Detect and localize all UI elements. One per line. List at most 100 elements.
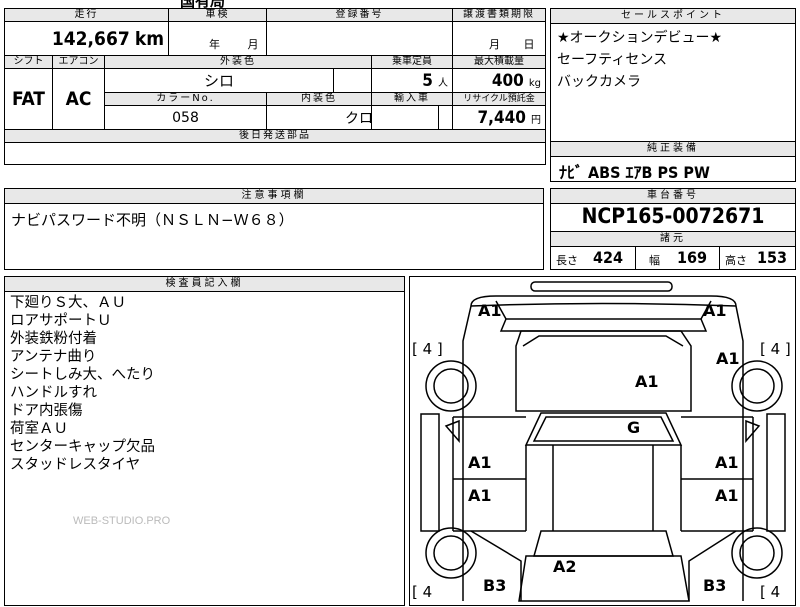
door-outer-edges <box>452 417 754 531</box>
a-pillars <box>525 445 682 531</box>
capacity-cell: 5 人 <box>371 68 454 93</box>
chassis-number: NCP165-0072671 <box>581 204 765 228</box>
import-cell-b <box>438 105 454 130</box>
dims-header: 諸元 <box>551 231 795 247</box>
max-load-cell: 400 kg <box>452 68 547 93</box>
recycle-cell: 7,440 円 <box>452 105 547 130</box>
mileage-value: 142,667 <box>51 27 130 50</box>
mark-right-rear-quarter: B3 <box>703 576 727 595</box>
inspector-line-3: 外装鉄粉付着 <box>10 331 97 347</box>
hood-crease <box>522 335 684 347</box>
inspection-cell: 年 月 <box>168 21 268 56</box>
car-diagram <box>420 281 786 602</box>
shift-header: シフト <box>4 55 53 69</box>
transfer-cell: 月 日 <box>452 21 547 56</box>
roof-rails <box>552 445 654 531</box>
import-header: 輸入車 <box>371 92 454 106</box>
left-door-lines <box>453 416 526 532</box>
later-parts-cell <box>3 142 547 165</box>
grille <box>499 318 708 332</box>
tire-front-left-tread: [ 4 ] <box>412 340 443 358</box>
max-load-header: 最大積載量 <box>452 55 547 69</box>
right-rocker <box>766 413 786 532</box>
sales-points-header: セールスポイント <box>551 9 795 24</box>
inspector-line-4: アンテナ曲り <box>10 349 97 365</box>
color-no-header: カラーNo. <box>103 92 268 106</box>
tire-front-right-inner <box>739 368 775 404</box>
mirrors <box>444 419 761 444</box>
mark-left-rear-quarter: B3 <box>483 576 507 595</box>
equipment-value: ﾅﾋﾞ ABS ｴｱB PS PW <box>559 163 710 182</box>
mark-windshield: G <box>627 418 641 437</box>
rear-window <box>533 530 674 557</box>
inspection-year: 年 <box>209 38 221 51</box>
sales-points-box: セールスポイント ★オークションデビュー★ セーフティセンス バックカメラ <box>550 8 796 151</box>
mileage-cell: 142,667 km <box>3 21 170 56</box>
hood-panel <box>515 330 692 412</box>
exterior-color-blank <box>333 68 373 93</box>
capacity-value: 5 <box>422 70 433 91</box>
mark-rear-hatch: A2 <box>553 557 577 576</box>
dims-row: 長さ 424 幅 169 高さ 153 <box>551 246 795 270</box>
inspector-line-7: ドア内張傷 <box>10 403 83 419</box>
right-door-lines <box>681 416 753 532</box>
interior-color-value: クロ <box>345 110 372 127</box>
exterior-color-value: シロ <box>103 68 335 93</box>
mark-left-rear-door: A1 <box>468 486 492 505</box>
aircon-cell: AC <box>52 68 105 130</box>
recycle-unit: 円 <box>531 114 542 126</box>
shift-value: FAT <box>12 88 45 110</box>
inspector-lines: 下廻りＳ大、ＡＵ ロアサポートＵ 外装鉄粉付着 アンテナ曲り シートしみ大、へた… <box>10 294 155 474</box>
inspection-header: 車検 <box>168 8 268 22</box>
equipment-header: 純正装備 <box>551 142 795 157</box>
spec-table: 走行 車検 登録番号 譲渡書類期限 142,667 km 年 月 月 日 シフト… <box>3 8 547 165</box>
tire-rear-left-tread: [ 4 <box>412 583 433 601</box>
mark-front-left-corner: A1 <box>478 301 502 320</box>
later-parts-header: 後日発送部品 <box>3 129 547 143</box>
tire-rear-right-tread: [ 4 <box>760 583 781 601</box>
rear-quarters <box>470 530 737 601</box>
recycle-header: リサイクル預託金 <box>452 92 547 106</box>
height-value: 153 <box>757 248 788 267</box>
mark-hood: A1 <box>635 372 659 391</box>
mileage-header: 走行 <box>3 8 170 22</box>
sales-point-line-3: バックカメラ <box>557 74 641 90</box>
registration-cell <box>266 21 454 56</box>
length-value: 424 <box>593 248 624 267</box>
inspector-line-2: ロアサポートＵ <box>10 313 112 329</box>
hood-front-edge <box>470 302 737 307</box>
notes-box: 注意事項欄 ナビパスワード不明（ＮＳＬＮ−Ｗ６８） <box>4 188 544 270</box>
interior-color-cell: クロ 系 <box>266 105 373 130</box>
sales-point-line-2: セーフティセンス <box>557 52 668 68</box>
sales-point-line-1: ★オークションデビュー★ <box>557 30 723 46</box>
mark-right-rear-door: A1 <box>715 486 739 505</box>
notes-header: 注意事項欄 <box>5 189 543 204</box>
mark-front-right-corner: A1 <box>703 301 727 320</box>
height-label: 高さ <box>725 254 747 267</box>
width-value: 169 <box>677 248 708 267</box>
left-rocker <box>420 413 440 532</box>
watermark: WEB-STUDIO.PRO <box>73 515 171 527</box>
mileage-unit: km <box>134 27 165 50</box>
notes-text: ナビパスワード不明（ＮＳＬＮ−Ｗ６８） <box>11 211 294 229</box>
interior-color-header: 内装色 <box>266 92 373 106</box>
exterior-color-header: 外装色 <box>103 55 373 69</box>
max-load-unit: kg <box>528 77 542 89</box>
windshield-inner <box>532 416 675 442</box>
inspection-month: 月 <box>247 38 259 51</box>
aircon-header: エアコン <box>52 55 105 69</box>
mark-left-front-door: A1 <box>468 453 492 472</box>
tire-rear-right-inner <box>739 535 775 571</box>
aircon-value: AC <box>65 88 92 110</box>
car-diagram-box: A1 A1 A1 A1 G A1 A1 A1 A1 A2 B3 B3 [ 4 ]… <box>409 276 796 606</box>
inspector-box: 検査員記入欄 下廻りＳ大、ＡＵ ロアサポートＵ 外装鉄粉付着 アンテナ曲り シー… <box>4 276 405 606</box>
inspector-header: 検査員記入欄 <box>5 277 404 292</box>
transfer-day: 日 <box>523 38 535 51</box>
front-bumper <box>530 281 673 292</box>
transfer-month: 月 <box>489 38 501 51</box>
max-load-value: 400 <box>491 70 524 91</box>
inspector-line-1: 下廻りＳ大、ＡＵ <box>10 295 126 311</box>
equipment-box: 純正装備 ﾅﾋﾞ ABS ｴｱB PS PW <box>550 141 796 182</box>
transfer-header: 譲渡書類期限 <box>452 8 547 22</box>
tire-front-right-tread: [ 4 ] <box>760 340 791 358</box>
